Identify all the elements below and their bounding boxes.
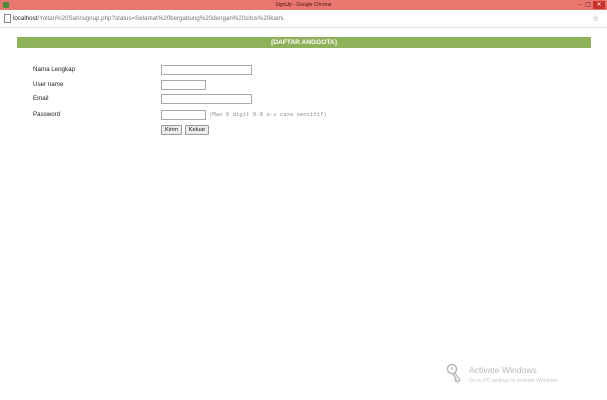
kirim-button[interactable]: Kirim (161, 125, 182, 135)
bookmark-star-icon[interactable]: ☆ (592, 10, 599, 27)
address-bar[interactable]: localhost/Yoltan%20Sari/signup.php?statu… (0, 10, 607, 28)
url-path: /Yoltan%20Sari/signup.php?status=Selamat… (37, 15, 286, 22)
watermark-title: Activate Windows (469, 365, 537, 375)
close-button[interactable]: ✕ (593, 1, 605, 9)
password-label: Password (33, 111, 61, 118)
watermark-subtitle: Go to PC settings to activate Windows. (469, 378, 559, 384)
username-label: User name (33, 81, 64, 88)
activate-windows-watermark: Activate Windows Go to PC settings to ac… (446, 361, 596, 391)
window-titlebar: SignUp - Google Chrome – □ ✕ (0, 0, 607, 10)
form-row-password: Password (Max 6 digit 0-9 a-z case sensi… (0, 109, 400, 121)
password-hint: (Max 6 digit 0-9 a-z case sensitif) (209, 112, 327, 118)
nama-label: Nama Lengkap (33, 66, 75, 73)
window-title: SignUp - Google Chrome (275, 2, 332, 8)
nama-input[interactable] (161, 65, 252, 75)
form-row-nama: Nama Lengkap (0, 64, 400, 76)
keluar-button[interactable]: Keluar (185, 125, 209, 135)
page-header: [DAFTAR ANGGOTA] (17, 37, 591, 48)
page-icon (4, 14, 11, 23)
key-icon (446, 363, 461, 383)
maximize-button[interactable]: □ (584, 1, 592, 9)
email-label: Email (33, 95, 49, 102)
url-host: localhost (13, 15, 38, 22)
form-row-email: Email (0, 93, 400, 105)
minimize-button[interactable]: – (576, 1, 584, 9)
username-input[interactable] (161, 80, 206, 90)
form-row-username: User name (0, 79, 400, 91)
url-field[interactable]: localhost/Yoltan%20Sari/signup.php?statu… (13, 10, 285, 27)
password-input[interactable] (161, 110, 206, 120)
email-input[interactable] (161, 94, 252, 104)
